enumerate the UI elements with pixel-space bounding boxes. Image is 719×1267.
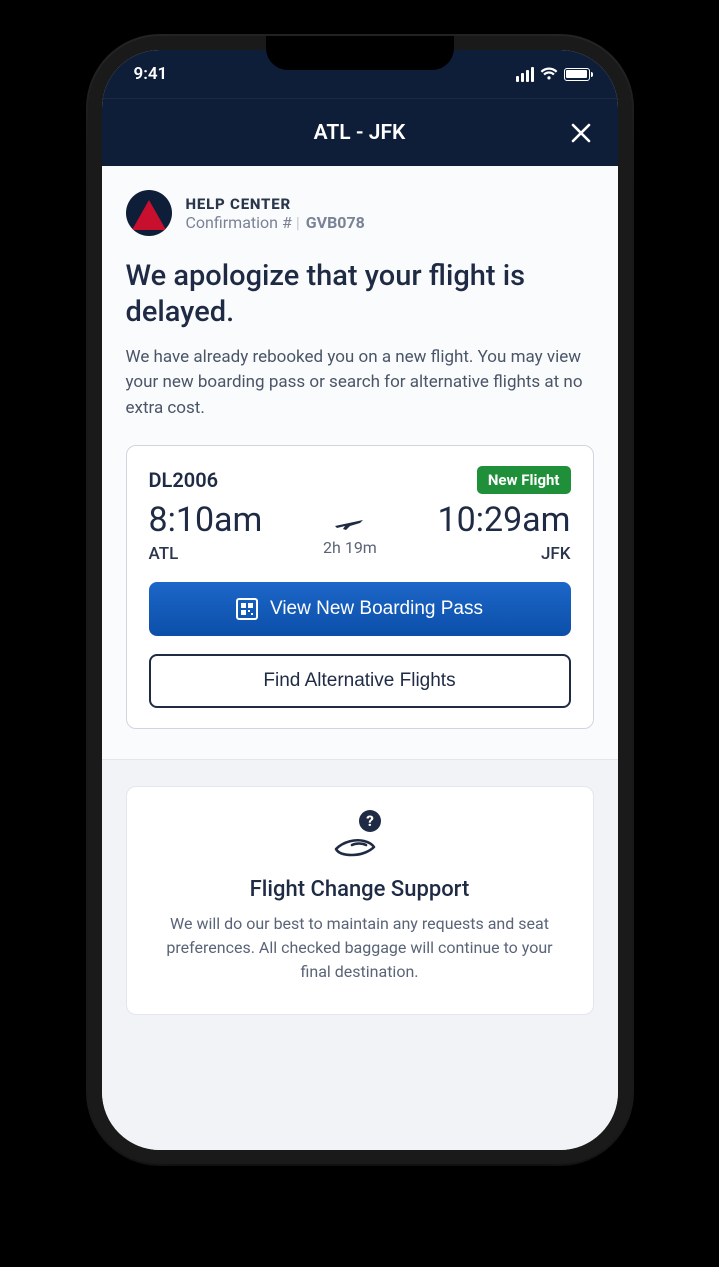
alternative-label: Find Alternative Flights (263, 670, 455, 692)
support-hand-icon: ? (328, 809, 392, 865)
wifi-icon (540, 67, 558, 81)
depart-code: ATL (149, 544, 263, 564)
route-title: ATL - JFK (314, 121, 406, 145)
plane-icon (333, 508, 367, 532)
headline: We apologize that your flight is delayed… (126, 258, 594, 331)
status-indicators (516, 67, 590, 82)
screen: 9:41 ATL - JFK HELP CENTER (102, 50, 618, 1150)
battery-icon (564, 68, 590, 81)
support-card: ? Flight Change Support We will do our b… (126, 786, 594, 1015)
svg-text:?: ? (366, 812, 374, 830)
notch (266, 36, 454, 70)
close-icon (569, 121, 593, 145)
arrive-code: JFK (541, 544, 571, 564)
close-button[interactable] (566, 118, 596, 148)
airline-logo-icon (126, 190, 172, 236)
depart-time: 8:10am (149, 500, 263, 540)
find-alternative-button[interactable]: Find Alternative Flights (149, 654, 571, 708)
help-center-row: HELP CENTER Confirmation #|GVB078 (126, 190, 594, 236)
duration: 2h 19m (323, 538, 377, 557)
help-center-label: HELP CENTER (186, 195, 365, 213)
notice-sheet: HELP CENTER Confirmation #|GVB078 We apo… (102, 166, 618, 760)
confirmation-label: Confirmation # (186, 213, 292, 232)
support-text: We will do our best to maintain any requ… (155, 912, 565, 984)
confirmation-line: Confirmation #|GVB078 (186, 213, 365, 232)
arrive-time: 10:29am (438, 500, 571, 540)
phone-frame: 9:41 ATL - JFK HELP CENTER (88, 36, 632, 1164)
flight-number: DL2006 (149, 468, 219, 492)
route-bar: ATL - JFK (102, 98, 618, 166)
cellular-icon (516, 67, 534, 82)
subtext: We have already rebooked you on a new fl… (126, 345, 594, 422)
new-flight-badge: New Flight (477, 466, 571, 494)
support-title: Flight Change Support (155, 877, 565, 902)
confirmation-number: GVB078 (306, 213, 365, 232)
boarding-pass-label: View New Boarding Pass (270, 598, 483, 620)
status-time: 9:41 (134, 64, 168, 84)
qr-icon (236, 598, 258, 620)
view-boarding-pass-button[interactable]: View New Boarding Pass (149, 582, 571, 636)
content[interactable]: HELP CENTER Confirmation #|GVB078 We apo… (102, 166, 618, 1150)
flight-card: DL2006 New Flight 8:10am ATL 2h 19m (126, 445, 594, 729)
